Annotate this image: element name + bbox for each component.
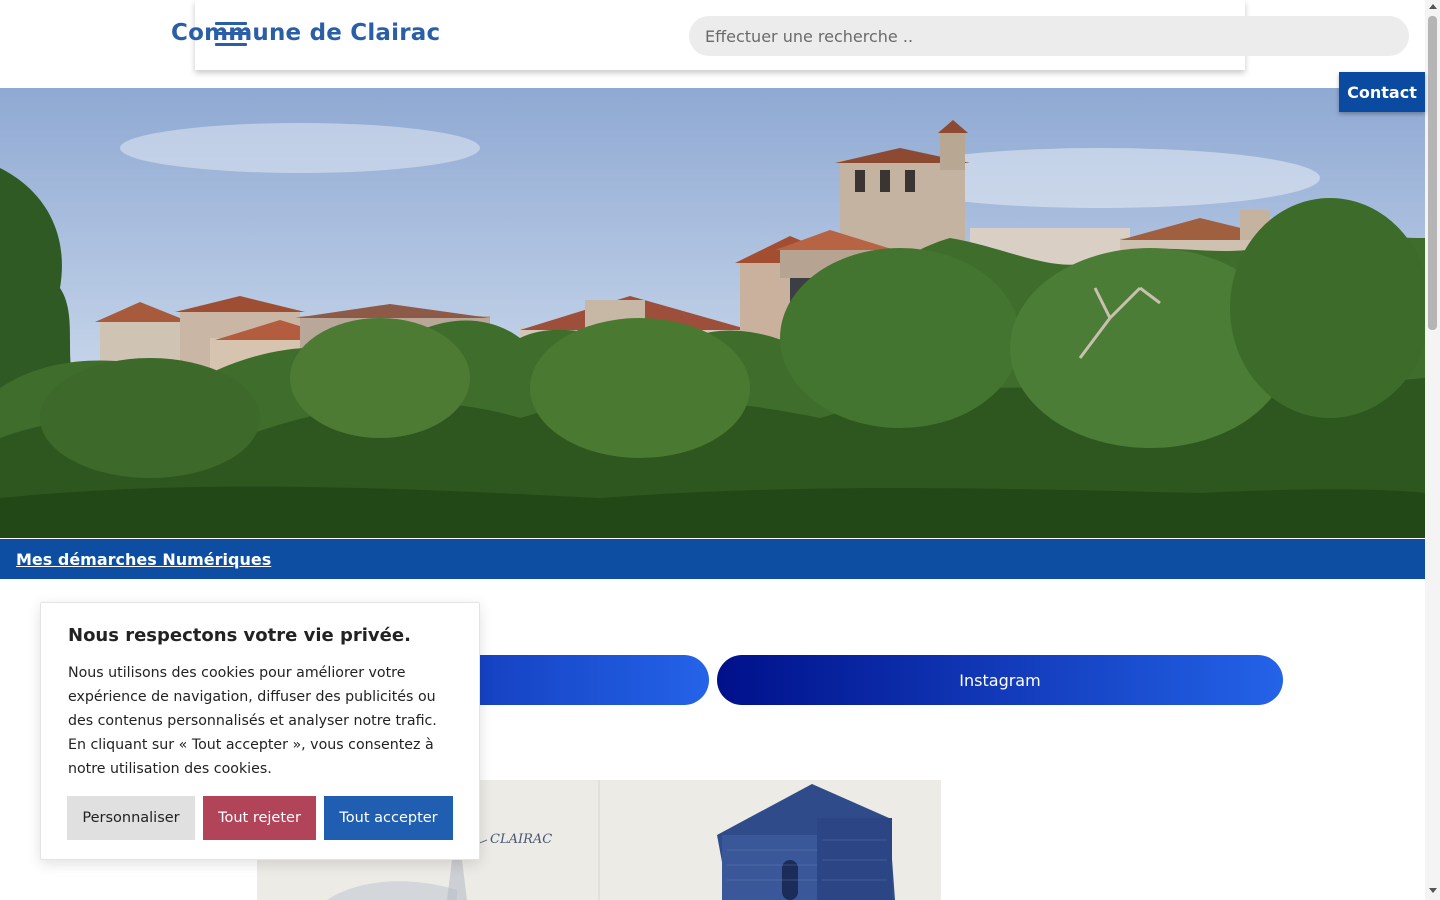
page-scrollbar[interactable] bbox=[1425, 0, 1440, 900]
reject-all-button[interactable]: Tout rejeter bbox=[203, 796, 316, 840]
demarches-bar: Mes démarches Numériques bbox=[0, 539, 1425, 579]
hamburger-menu-icon[interactable] bbox=[215, 22, 247, 48]
contact-button[interactable]: Contact bbox=[1339, 72, 1425, 112]
instagram-button[interactable]: Instagram bbox=[717, 655, 1283, 705]
search-input[interactable] bbox=[689, 16, 1409, 56]
site-header: Commune de Clairac bbox=[0, 0, 1425, 88]
hero-landscape-illustration bbox=[0, 88, 1425, 538]
hamburger-line bbox=[215, 43, 247, 46]
accept-all-button[interactable]: Tout accepter bbox=[324, 796, 453, 840]
hamburger-line bbox=[215, 22, 247, 25]
scroll-up-arrow-icon[interactable] bbox=[1429, 4, 1437, 9]
customize-button[interactable]: Personnaliser bbox=[67, 796, 195, 840]
cookie-text: Nous utilisons des cookies pour améliore… bbox=[68, 665, 437, 777]
cookie-title: Nous respectons votre vie privée. bbox=[68, 625, 411, 646]
illustration-caption: CLAIRAC bbox=[490, 832, 552, 847]
hero-image bbox=[0, 88, 1425, 538]
demarches-link[interactable]: Mes démarches Numériques bbox=[16, 550, 271, 569]
hamburger-line bbox=[215, 32, 247, 35]
site-title[interactable]: Commune de Clairac bbox=[171, 20, 440, 46]
cookie-banner: Nous respectons votre vie privée. Nous u… bbox=[40, 602, 480, 860]
scroll-down-arrow-icon[interactable] bbox=[1429, 888, 1437, 893]
scrollbar-thumb[interactable] bbox=[1428, 16, 1437, 330]
